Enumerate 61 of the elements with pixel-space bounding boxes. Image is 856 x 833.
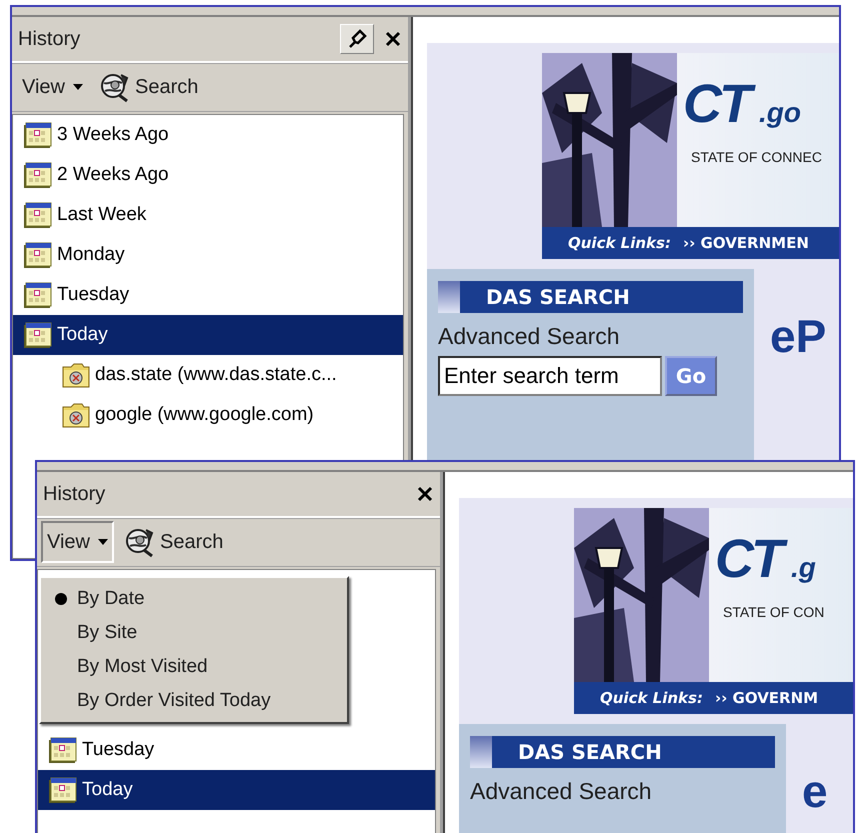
section-title: DAS SEARCH bbox=[518, 740, 662, 764]
panel-title: History bbox=[18, 28, 82, 50]
calendar-icon bbox=[23, 160, 53, 190]
advanced-search-label: Advanced Search bbox=[470, 778, 653, 805]
quick-links-label: Quick Links: bbox=[600, 689, 703, 707]
logo-text: CT bbox=[683, 67, 759, 143]
calendar-icon bbox=[48, 775, 78, 805]
history-item[interactable]: Today bbox=[13, 315, 403, 355]
menu-item[interactable]: By Most Visited bbox=[41, 650, 347, 684]
search-button[interactable]: Search bbox=[122, 526, 226, 558]
menu-item-label: By Most Visited bbox=[77, 656, 208, 678]
logo-suffix: .g bbox=[790, 551, 817, 585]
menu-item-label: By Order Visited Today bbox=[77, 690, 271, 712]
calendar-icon bbox=[48, 735, 78, 765]
page-heading: e bbox=[802, 764, 828, 819]
logo-suffix: .go bbox=[758, 96, 802, 130]
search-field[interactable]: Enter search term bbox=[438, 356, 662, 396]
advanced-search-label: Advanced Search bbox=[438, 323, 621, 350]
history-item[interactable]: Tuesday bbox=[13, 275, 403, 315]
pin-icon bbox=[347, 29, 367, 49]
history-item[interactable]: google (www.google.com) bbox=[13, 395, 403, 435]
history-item[interactable]: Last Week bbox=[13, 195, 403, 235]
history-item[interactable]: Today bbox=[38, 770, 435, 810]
calendar-icon bbox=[23, 320, 53, 350]
logo-text: CT bbox=[715, 522, 791, 598]
pin-button[interactable] bbox=[340, 24, 374, 54]
view-button[interactable]: View bbox=[16, 66, 89, 108]
close-icon[interactable] bbox=[416, 485, 434, 503]
search-icon bbox=[124, 526, 156, 558]
search-icon bbox=[99, 71, 131, 103]
history-item[interactable]: 2 Weeks Ago bbox=[13, 155, 403, 195]
folder-icon bbox=[61, 361, 91, 389]
history-item[interactable]: Monday bbox=[13, 235, 403, 275]
page-heading: eP bbox=[770, 309, 826, 364]
close-icon[interactable] bbox=[384, 30, 402, 48]
section-icon bbox=[470, 736, 492, 768]
menu-item-label: By Site bbox=[77, 622, 138, 644]
panel-title: History bbox=[43, 482, 106, 506]
calendar-icon bbox=[23, 280, 53, 310]
quick-link[interactable]: ›› GOVERNM bbox=[714, 689, 818, 707]
menu-item[interactable]: By Date bbox=[41, 582, 347, 616]
history-item[interactable]: Tuesday bbox=[38, 730, 435, 770]
menu-item[interactable]: By Order Visited Today bbox=[41, 684, 347, 718]
folder-icon bbox=[61, 401, 91, 429]
section-title: DAS SEARCH bbox=[486, 285, 630, 309]
view-button[interactable]: View bbox=[41, 521, 114, 563]
search-button[interactable]: Search bbox=[97, 71, 200, 103]
calendar-icon bbox=[23, 240, 53, 270]
calendar-icon bbox=[23, 120, 53, 150]
caret-icon bbox=[98, 539, 108, 545]
quick-links-label: Quick Links: bbox=[568, 234, 671, 252]
menu-item[interactable]: By Site bbox=[41, 616, 347, 650]
caret-icon bbox=[73, 84, 83, 90]
history-item[interactable]: 3 Weeks Ago bbox=[13, 115, 403, 155]
section-icon bbox=[438, 281, 460, 313]
calendar-icon bbox=[23, 200, 53, 230]
tagline: STATE OF CON bbox=[722, 604, 826, 620]
quick-link[interactable]: ›› GOVERNMEN bbox=[682, 234, 809, 252]
history-item[interactable]: das.state (www.das.state.c... bbox=[13, 355, 403, 395]
tagline: STATE OF CONNEC bbox=[690, 148, 823, 165]
menu-item-label: By Date bbox=[77, 588, 145, 610]
